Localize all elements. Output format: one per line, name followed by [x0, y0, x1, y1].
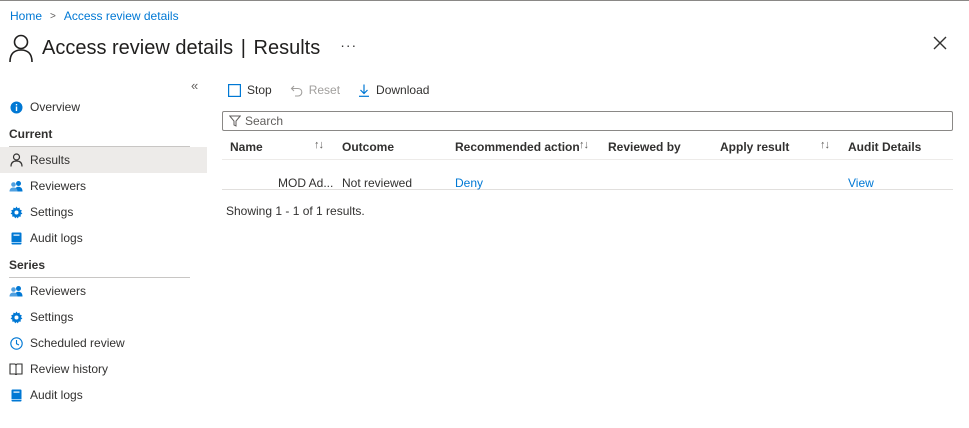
sidebar-item-label: Settings: [30, 310, 74, 324]
column-header-name[interactable]: Name: [230, 140, 263, 154]
table-header: Name ↑↓ Outcome Recommended action ↑↓ Re…: [222, 134, 953, 160]
sidebar-item-results[interactable]: Results: [0, 147, 207, 173]
filter-icon: [229, 115, 241, 127]
sidebar-item-label: Audit logs: [30, 388, 83, 402]
sidebar-item-scheduled-review[interactable]: Scheduled review: [0, 330, 207, 356]
gear-icon: [9, 310, 23, 324]
title-separator: |: [240, 36, 246, 59]
stop-button[interactable]: Stop: [228, 83, 272, 97]
download-icon: [358, 84, 370, 97]
sidebar-item-label: Reviewers: [30, 284, 87, 298]
sidebar-item-label: Overview: [30, 100, 81, 114]
info-icon: [9, 100, 23, 114]
more-options-icon[interactable]: ···: [340, 37, 357, 53]
sidebar-item-series-audit-logs[interactable]: Audit logs: [0, 382, 207, 408]
reset-button-label: Reset: [308, 83, 341, 97]
clock-icon: [9, 336, 23, 350]
chevron-right-icon: >: [50, 10, 56, 22]
sidebar-item-audit-logs[interactable]: Audit logs: [0, 225, 207, 251]
column-header-reviewed-by[interactable]: Reviewed by: [608, 140, 681, 154]
sidebar-item-series-reviewers[interactable]: Reviewers: [0, 278, 207, 304]
sort-icon[interactable]: ↑↓: [820, 139, 830, 151]
cell-outcome: Not reviewed: [342, 176, 413, 190]
table-row[interactable]: MOD Ad... Not reviewed Deny View: [222, 160, 953, 190]
users-icon: [9, 284, 23, 298]
sidebar-item-label: Reviewers: [30, 179, 87, 193]
person-icon: [9, 34, 33, 63]
square-icon: [228, 83, 241, 97]
sidebar-item-label: Settings: [30, 205, 74, 219]
column-header-outcome[interactable]: Outcome: [342, 140, 394, 154]
sidebar-item-overview[interactable]: Overview: [0, 94, 207, 120]
sort-icon[interactable]: ↑↓: [579, 139, 589, 151]
book-icon: [9, 231, 23, 245]
top-border: [0, 0, 969, 1]
page-title-main: Access review details: [42, 36, 234, 59]
column-header-recommended-action[interactable]: Recommended action: [455, 140, 580, 154]
column-header-apply-result[interactable]: Apply result: [720, 140, 789, 154]
collapse-sidebar-icon[interactable]: «: [191, 78, 198, 93]
page-subtitle: Results: [253, 36, 321, 59]
sidebar-item-label: Audit logs: [30, 231, 83, 245]
breadcrumb: Home > Access review details: [10, 9, 179, 23]
results-count: Showing 1 - 1 of 1 results.: [226, 204, 365, 218]
download-button-label: Download: [376, 83, 430, 97]
search-input[interactable]: [245, 114, 925, 128]
search-box: [222, 111, 953, 131]
open-book-icon: [9, 362, 23, 376]
users-icon: [9, 179, 23, 193]
breadcrumb-current-link[interactable]: Access review details: [64, 9, 179, 23]
section-label-current: Current: [9, 127, 53, 141]
column-header-audit-details[interactable]: Audit Details: [848, 140, 921, 154]
stop-button-label: Stop: [247, 83, 272, 97]
sidebar-item-label: Review history: [30, 362, 109, 376]
sidebar: Overview Current Results Reviewers Setti…: [0, 94, 207, 408]
cell-name: MOD Ad...: [278, 176, 334, 190]
sidebar-item-settings[interactable]: Settings: [0, 199, 207, 225]
sidebar-item-label: Results: [30, 153, 71, 167]
undo-icon: [290, 84, 303, 97]
book-icon: [9, 388, 23, 402]
page-title: Access review details | Results: [42, 37, 320, 60]
section-label-series: Series: [9, 258, 46, 272]
gear-icon: [9, 205, 23, 219]
sidebar-item-label: Scheduled review: [30, 336, 125, 350]
breadcrumb-home-link[interactable]: Home: [10, 9, 42, 23]
sidebar-item-review-history[interactable]: Review history: [0, 356, 207, 382]
toolbar: Stop Reset Download: [228, 80, 447, 100]
sort-icon[interactable]: ↑↓: [314, 139, 324, 151]
deny-link[interactable]: Deny: [455, 176, 483, 190]
close-icon[interactable]: [931, 34, 949, 52]
view-audit-link[interactable]: View: [848, 176, 874, 190]
download-button[interactable]: Download: [358, 83, 429, 97]
sidebar-item-reviewers[interactable]: Reviewers: [0, 173, 207, 199]
person-icon: [9, 153, 23, 167]
results-table: Name ↑↓ Outcome Recommended action ↑↓ Re…: [222, 134, 953, 190]
page-header: Access review details | Results ···: [8, 30, 357, 66]
sidebar-item-series-settings[interactable]: Settings: [0, 304, 207, 330]
reset-button[interactable]: Reset: [290, 83, 340, 97]
